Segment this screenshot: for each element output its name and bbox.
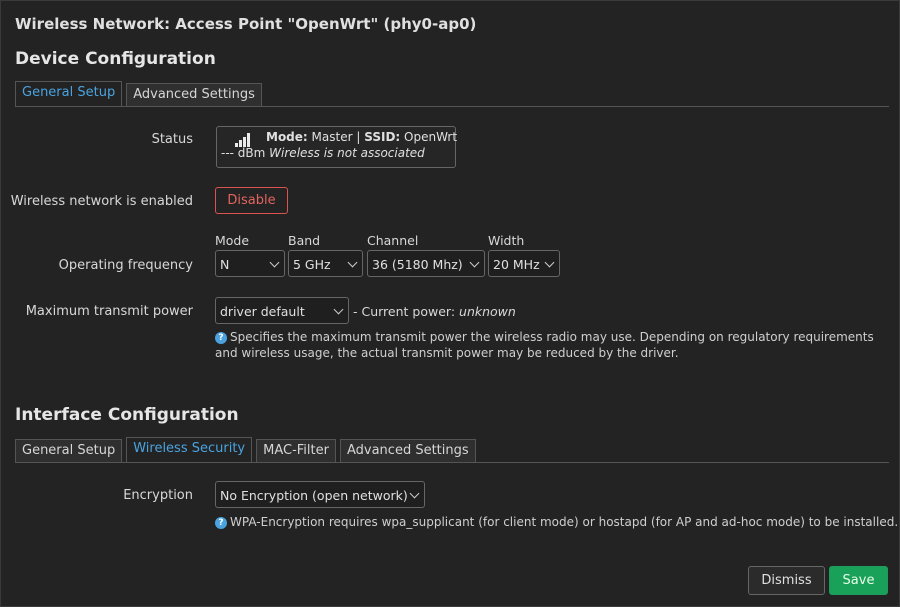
modal-title: Wireless Network: Access Point "OpenWrt"…	[15, 15, 477, 33]
help-icon: ?	[215, 332, 227, 344]
band-label: Band	[288, 233, 321, 248]
chevron-down-icon	[469, 257, 480, 268]
chevron-down-icon	[544, 257, 555, 268]
channel-label: Channel	[367, 233, 419, 248]
tab-general-setup[interactable]: General Setup	[15, 81, 123, 106]
status-box: Mode: Master | SSID: OpenWrt --- dBm Wir…	[216, 126, 458, 168]
txpower-select[interactable]: driver default	[215, 297, 349, 324]
width-label: Width	[488, 233, 525, 248]
chevron-down-icon	[347, 257, 358, 268]
encryption-label: Encryption	[123, 488, 193, 503]
txpower-help: ? Specifies the maximum transmit power th…	[215, 330, 874, 360]
save-button[interactable]: Save	[829, 566, 888, 595]
device-tabs: General Setup Advanced Settings	[15, 81, 889, 107]
chevron-down-icon	[269, 257, 280, 268]
interface-tabs: General Setup Wireless Security MAC-Filt…	[15, 437, 889, 463]
status-mode-ssid: Mode: Master | SSID: OpenWrt	[266, 130, 458, 144]
interface-config-heading: Interface Configuration	[15, 405, 239, 425]
signal-icon	[235, 133, 251, 147]
tab-wireless-security[interactable]: Wireless Security	[126, 437, 253, 462]
frequency-label: Operating frequency	[58, 258, 193, 273]
band-select[interactable]: 5 GHz	[288, 250, 363, 277]
width-select[interactable]: 20 MHz	[488, 250, 560, 277]
dismiss-button[interactable]: Dismiss	[748, 566, 825, 595]
disable-button[interactable]: Disable	[215, 187, 288, 214]
tab-advanced-settings[interactable]: Advanced Settings	[126, 83, 262, 106]
mode-label: Mode	[215, 233, 250, 248]
mode-select[interactable]: N	[215, 250, 285, 277]
tab-mac-filter[interactable]: MAC-Filter	[256, 439, 336, 462]
chevron-down-icon	[333, 304, 344, 315]
chevron-down-icon	[409, 488, 420, 499]
channel-select[interactable]: 36 (5180 Mhz)	[367, 250, 485, 277]
enabled-label: Wireless network is enabled	[10, 194, 193, 209]
encryption-select[interactable]: No Encryption (open network)	[215, 481, 425, 508]
tab-iface-general-setup[interactable]: General Setup	[15, 439, 123, 462]
current-power: - Current power: unknown	[353, 304, 516, 319]
txpower-label: Maximum transmit power	[25, 304, 193, 319]
status-label: Status	[151, 132, 193, 147]
modal: Wireless Network: Access Point "OpenWrt"…	[0, 0, 900, 607]
status-signal: --- dBm Wireless is not associated	[221, 146, 425, 160]
encryption-help: ? WPA-Encryption requires wpa_supplicant …	[215, 514, 898, 530]
device-config-heading: Device Configuration	[15, 49, 216, 69]
help-icon: ?	[215, 517, 227, 529]
tab-iface-advanced-settings[interactable]: Advanced Settings	[339, 439, 476, 462]
